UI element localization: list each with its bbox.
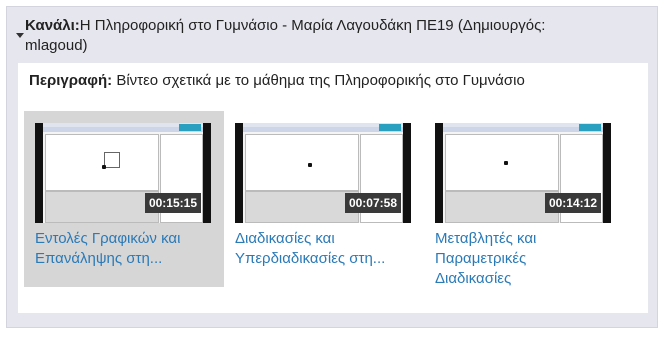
drawn-square (104, 152, 120, 168)
video-card[interactable]: 00:15:15 Εντολές Γραφικών και Επανάληψης… (24, 111, 224, 287)
description-text: Βίντεο σχετικά με το μάθημα της Πληροφορ… (116, 72, 525, 89)
creator-prefix: (Δημιουργός: (457, 17, 546, 34)
channel-content: Περιγραφή: Βίντεο σχετικά με το μάθημα τ… (18, 63, 648, 313)
video-title-link[interactable]: Διαδικασίες και Υπερδιαδικασίες στη... (235, 229, 415, 269)
video-card[interactable]: 00:07:58 Διαδικασίες και Υπερδιαδικασίες… (224, 111, 424, 287)
turtle-icon (308, 163, 312, 167)
video-title-link[interactable]: Μεταβλητές και Παραμετρικές Διαδικασίες (435, 229, 615, 289)
video-duration: 00:14:12 (544, 193, 601, 213)
video-title-line: Διαδικασίες και (235, 230, 335, 247)
channel-description: Περιγραφή: Βίντεο σχετικά με το μάθημα τ… (29, 71, 525, 91)
video-title-link[interactable]: Εντολές Γραφικών και Επανάληψης στη... (35, 229, 215, 269)
video-title-line: Υπερδιαδικασίες στη... (235, 250, 386, 267)
channel-header: Κανάλι:Η Πληροφορική στο Γυμνάσιο - Μαρί… (25, 16, 635, 56)
video-duration: 00:15:15 (144, 193, 201, 213)
video-title-line: Διαδικασίες (435, 270, 512, 287)
video-title-line: Μεταβλητές και (435, 230, 537, 247)
description-label: Περιγραφή: (29, 72, 113, 89)
video-thumbnail[interactable]: 00:14:12 (435, 123, 611, 223)
video-thumbnail[interactable]: 00:07:58 (235, 123, 411, 223)
turtle-icon (504, 161, 508, 165)
video-duration: 00:07:58 (344, 193, 401, 213)
channel-name: Η Πληροφορική στο Γυμνάσιο - Μαρία Λαγου… (79, 17, 454, 34)
video-card[interactable]: 00:14:12 Μεταβλητές και Παραμετρικές Δια… (424, 111, 624, 287)
video-title-line: Επανάληψης στη... (35, 250, 163, 267)
channel-label: Κανάλι: (25, 17, 80, 34)
video-title-line: Παραμετρικές (435, 250, 527, 267)
channel-panel: Κανάλι:Η Πληροφορική στο Γυμνάσιο - Μαρί… (6, 6, 658, 328)
video-thumbnail[interactable]: 00:15:15 (35, 123, 211, 223)
turtle-icon (102, 165, 106, 169)
video-title-line: Εντολές Γραφικών και (35, 230, 181, 247)
collapse-caret-icon[interactable] (16, 33, 24, 38)
creator-name: mlagoud) (25, 37, 88, 54)
